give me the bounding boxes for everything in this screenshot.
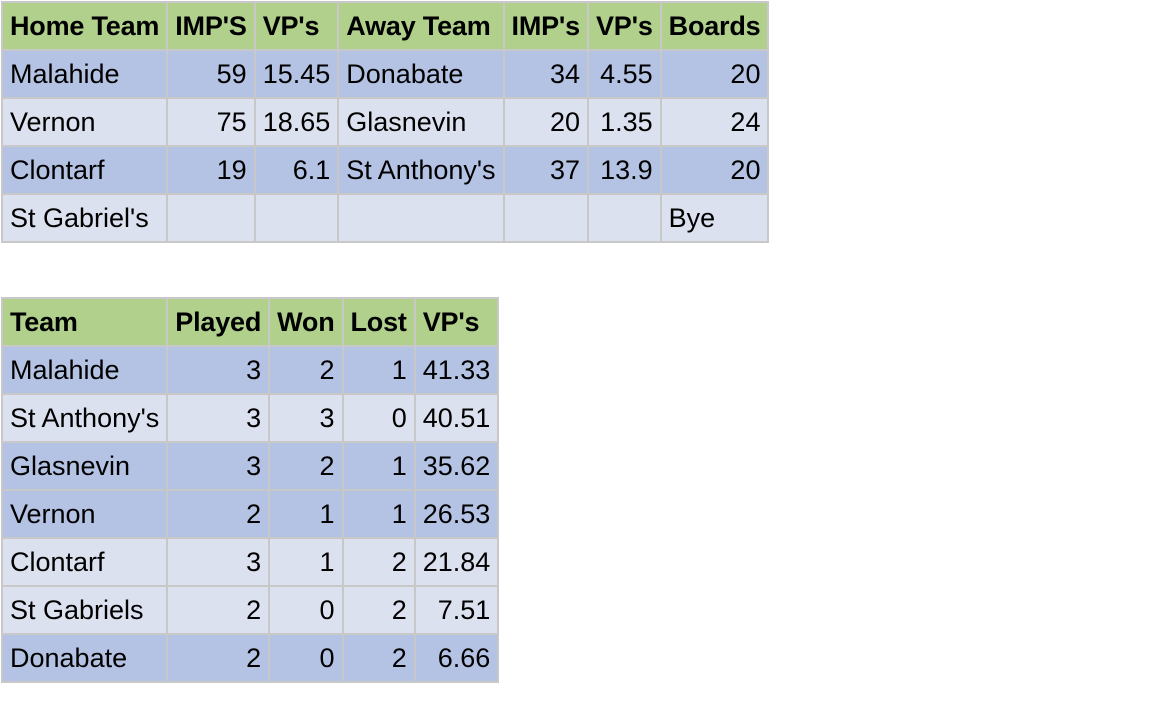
table-cell[interactable]: 20: [661, 147, 768, 193]
match-results-header-row: Home Team IMP'S VP's Away Team IMP's VP'…: [3, 3, 768, 49]
table-cell[interactable]: 1: [343, 347, 414, 393]
table-cell[interactable]: Glasnevin: [339, 99, 503, 145]
column-header-vps[interactable]: VP's: [415, 299, 498, 345]
table-cell[interactable]: Vernon: [3, 491, 167, 537]
table-cell[interactable]: 2: [168, 491, 269, 537]
column-header-home-vps[interactable]: VP's: [255, 3, 338, 49]
table-cell[interactable]: 20: [504, 99, 587, 145]
table-cell[interactable]: 20: [661, 51, 768, 97]
table-cell[interactable]: 4.55: [588, 51, 660, 97]
table-cell[interactable]: 21.84: [415, 539, 498, 585]
table-cell[interactable]: 1: [343, 491, 414, 537]
table-cell[interactable]: 3: [168, 539, 269, 585]
table-cell[interactable]: 35.62: [415, 443, 498, 489]
table-cell[interactable]: 15.45: [255, 51, 338, 97]
table-cell[interactable]: St Anthony's: [3, 395, 167, 441]
table-cell[interactable]: 59: [168, 51, 254, 97]
column-header-home-imps[interactable]: IMP'S: [168, 3, 254, 49]
table-cell[interactable]: [504, 195, 587, 241]
table-cell[interactable]: 2: [168, 635, 269, 681]
table-cell[interactable]: 1: [270, 491, 342, 537]
table-cell[interactable]: [255, 195, 338, 241]
table-cell[interactable]: 34: [504, 51, 587, 97]
table-cell[interactable]: Clontarf: [3, 539, 167, 585]
table-cell[interactable]: 6.66: [415, 635, 498, 681]
table-cell[interactable]: 13.9: [588, 147, 660, 193]
table-cell[interactable]: [339, 195, 503, 241]
table-cell[interactable]: 2: [343, 635, 414, 681]
table-cell[interactable]: 18.65: [255, 99, 338, 145]
table-cell[interactable]: 1: [270, 539, 342, 585]
table-cell[interactable]: 0: [343, 395, 414, 441]
column-header-home-team[interactable]: Home Team: [3, 3, 167, 49]
table-cell[interactable]: 2: [343, 539, 414, 585]
table-cell[interactable]: 2: [168, 587, 269, 633]
table-cell[interactable]: St Gabriel's: [3, 195, 167, 241]
table-cell[interactable]: 24: [661, 99, 768, 145]
table-row[interactable]: St Gabriels 2 0 2 7.51: [3, 587, 498, 633]
column-header-away-imps[interactable]: IMP's: [504, 3, 587, 49]
column-header-away-team[interactable]: Away Team: [339, 3, 503, 49]
match-results-body: Malahide 59 15.45 Donabate 34 4.55 20 Vernon 75 1…: [3, 51, 768, 241]
table-header-row: Home Team IMP'S VP's Away Team IMP's VP'…: [3, 3, 768, 49]
table-cell[interactable]: [168, 195, 254, 241]
table-cell[interactable]: 40.51: [415, 395, 498, 441]
column-header-away-vps[interactable]: VP's: [588, 3, 660, 49]
league-standings-body: Malahide 3 2 1 41.33 St Anthony's 3 3 0 40.51 Glas…: [3, 347, 498, 681]
table-cell[interactable]: 6.1: [255, 147, 338, 193]
table-cell[interactable]: 1: [343, 443, 414, 489]
column-header-lost[interactable]: Lost: [343, 299, 414, 345]
table-cell[interactable]: 19: [168, 147, 254, 193]
table-cell[interactable]: 0: [270, 587, 342, 633]
table-cell[interactable]: Clontarf: [3, 147, 167, 193]
table-cell[interactable]: 41.33: [415, 347, 498, 393]
table-cell[interactable]: 3: [168, 395, 269, 441]
table-cell[interactable]: 1.35: [588, 99, 660, 145]
table-cell[interactable]: 0: [270, 635, 342, 681]
table-cell[interactable]: Donabate: [339, 51, 503, 97]
column-header-team[interactable]: Team: [3, 299, 167, 345]
table-row[interactable]: St Anthony's 3 3 0 40.51: [3, 395, 498, 441]
table-cell[interactable]: Glasnevin: [3, 443, 167, 489]
table-cell[interactable]: Donabate: [3, 635, 167, 681]
league-standings-table: Team Played Won Lost VP's Malahide 3 2 1 41.…: [1, 297, 500, 683]
table-header-row: Team Played Won Lost VP's: [3, 299, 498, 345]
table-row[interactable]: Malahide 59 15.45 Donabate 34 4.55 20: [3, 51, 768, 97]
table-cell[interactable]: 7.51: [415, 587, 498, 633]
table-cell[interactable]: 2: [270, 347, 342, 393]
column-header-played[interactable]: Played: [168, 299, 269, 345]
table-cell[interactable]: Malahide: [3, 347, 167, 393]
table-cell[interactable]: St Anthony's: [339, 147, 503, 193]
table-cell[interactable]: Bye: [661, 195, 768, 241]
table-cell[interactable]: 75: [168, 99, 254, 145]
table-row[interactable]: Clontarf 3 1 2 21.84: [3, 539, 498, 585]
table-cell[interactable]: 2: [343, 587, 414, 633]
table-cell[interactable]: 37: [504, 147, 587, 193]
table-row[interactable]: Vernon 2 1 1 26.53: [3, 491, 498, 537]
table-cell[interactable]: 3: [168, 347, 269, 393]
table-cell[interactable]: 3: [270, 395, 342, 441]
table-row[interactable]: Malahide 3 2 1 41.33: [3, 347, 498, 393]
table-cell[interactable]: St Gabriels: [3, 587, 167, 633]
table-cell[interactable]: 26.53: [415, 491, 498, 537]
league-standings-header-row: Team Played Won Lost VP's: [3, 299, 498, 345]
table-cell[interactable]: 2: [270, 443, 342, 489]
column-header-won[interactable]: Won: [270, 299, 342, 345]
table-row[interactable]: Clontarf 19 6.1 St Anthony's 37 13.9 20: [3, 147, 768, 193]
table-cell[interactable]: [588, 195, 660, 241]
table-cell[interactable]: Vernon: [3, 99, 167, 145]
table-row[interactable]: Vernon 75 18.65 Glasnevin 20 1.35 24: [3, 99, 768, 145]
match-results-table: Home Team IMP'S VP's Away Team IMP's VP'…: [1, 1, 770, 243]
table-row[interactable]: Donabate 2 0 2 6.66: [3, 635, 498, 681]
table-cell[interactable]: Malahide: [3, 51, 167, 97]
table-cell[interactable]: 3: [168, 443, 269, 489]
column-header-boards[interactable]: Boards: [661, 3, 768, 49]
table-row[interactable]: St Gabriel's Bye: [3, 195, 768, 241]
table-row[interactable]: Glasnevin 3 2 1 35.62: [3, 443, 498, 489]
